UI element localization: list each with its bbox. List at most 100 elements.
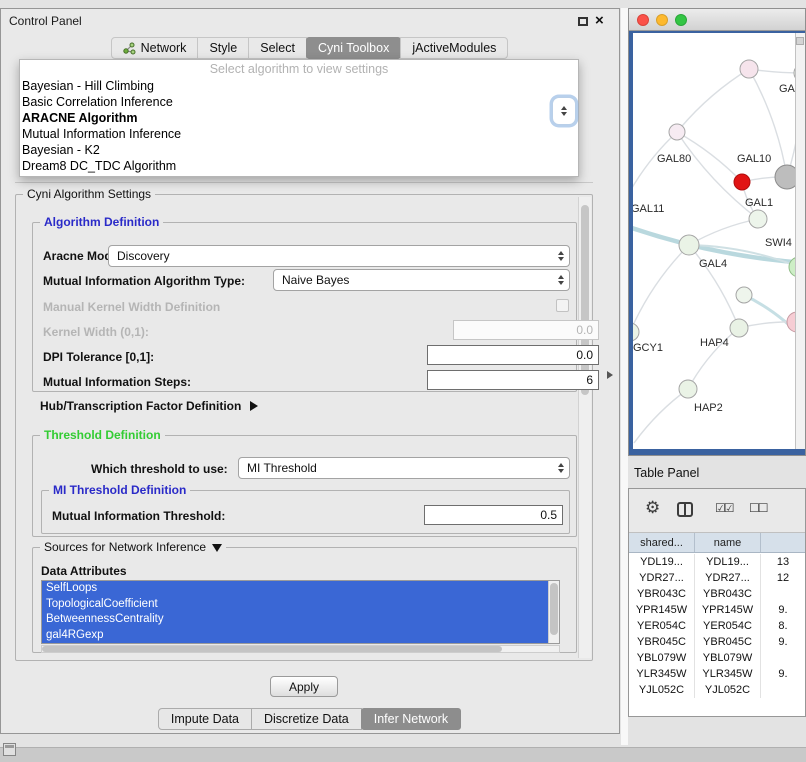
list-item[interactable]: TopologicalCoefficient — [42, 597, 548, 613]
table-row[interactable]: YBR043C YBR043C — [629, 586, 805, 602]
network-edge[interactable] — [677, 69, 749, 132]
table-row[interactable]: YBL079W YBL079W — [629, 650, 805, 666]
table-cell[interactable]: YBR043C — [629, 586, 695, 602]
algorithm-option-selected[interactable]: ARACNE Algorithm — [20, 110, 578, 126]
table-cell[interactable]: YDL19... — [695, 554, 761, 570]
algorithm-option[interactable]: Dream8 DC_TDC Algorithm — [20, 158, 578, 174]
close-icon[interactable]: × — [595, 12, 604, 29]
algorithm-option[interactable]: Bayesian - Hill Climbing — [20, 78, 578, 94]
table-cell[interactable]: 9. — [761, 666, 805, 682]
table-cell[interactable]: YDR27... — [629, 570, 695, 586]
tab-cyni-toolbox[interactable]: Cyni Toolbox — [306, 37, 401, 59]
algorithm-option[interactable]: Bayesian - K2 — [20, 142, 578, 158]
tab-infer-network[interactable]: Infer Network — [361, 708, 461, 730]
network-scrollbar[interactable] — [795, 33, 805, 449]
restore-panel-icon[interactable] — [3, 743, 16, 756]
table-cell[interactable]: YBL079W — [629, 650, 695, 666]
network-canvas[interactable]: GAL7GAL80GAL10GAL11GAL1SWI4GAL4GCY1HAP4Y… — [629, 31, 805, 455]
select-all-icon[interactable]: ☑☑ — [715, 501, 733, 515]
table-cell[interactable]: YPR145W — [629, 602, 695, 618]
network-node[interactable] — [679, 380, 697, 398]
float-window-icon[interactable] — [578, 17, 588, 26]
list-item[interactable]: SelfLoops — [42, 581, 548, 597]
kernel-width-field[interactable]: 0.0 — [453, 320, 599, 340]
table-cell[interactable]: YBR043C — [695, 586, 761, 602]
list-item[interactable]: BetweennessCentrality — [42, 612, 548, 628]
table-cell[interactable]: YBL079W — [695, 650, 761, 666]
list-item[interactable]: gal4RGexp — [42, 628, 548, 644]
table-cell[interactable]: 13 — [761, 554, 805, 570]
settings-gear-icon[interactable]: ⚙ — [645, 498, 660, 518]
network-node[interactable] — [736, 287, 752, 303]
table-cell[interactable]: YER054C — [695, 618, 761, 634]
network-edge[interactable] — [634, 389, 688, 443]
table-cell[interactable]: YDL19... — [629, 554, 695, 570]
control-panel-titlebar[interactable]: Control Panel × — [1, 9, 619, 33]
table-cell[interactable]: 9. — [761, 634, 805, 650]
mi-algorithm-type-select[interactable]: Naive Bayes — [273, 269, 570, 291]
algorithm-option[interactable]: Basic Correlation Inference — [20, 94, 578, 110]
network-edge[interactable] — [689, 219, 758, 245]
table-cell[interactable]: YPR145W — [695, 602, 761, 618]
network-titlebar[interactable] — [629, 9, 805, 31]
splitter-collapse-arrow[interactable] — [607, 371, 613, 379]
table-cell[interactable] — [761, 682, 805, 698]
manual-kernel-width-checkbox[interactable] — [556, 299, 569, 312]
which-threshold-select[interactable]: MI Threshold — [238, 457, 570, 479]
column-header[interactable]: shared... — [629, 533, 695, 552]
network-scrollbar-button[interactable] — [796, 37, 804, 45]
table-cell[interactable]: YJL052C — [695, 682, 761, 698]
table-row[interactable]: YDR27... YDR27... 12 — [629, 570, 805, 586]
list-horizontal-thumb[interactable] — [42, 646, 502, 652]
network-node[interactable] — [679, 235, 699, 255]
table-row[interactable]: YDL19... YDL19... 13 — [629, 554, 805, 570]
table-cell[interactable]: YER054C — [629, 618, 695, 634]
data-attributes-list[interactable]: SelfLoops TopologicalCoefficient Between… — [41, 580, 560, 644]
minimize-traffic-light[interactable] — [656, 14, 668, 26]
settings-scrollbar-thumb[interactable] — [581, 205, 589, 395]
table-cell[interactable]: YBR045C — [695, 634, 761, 650]
table-cell[interactable] — [761, 650, 805, 666]
deselect-all-icon[interactable]: ☐☐ — [749, 501, 767, 515]
settings-scrollbar[interactable] — [578, 197, 591, 658]
table-row[interactable]: YJL052C YJL052C — [629, 682, 805, 698]
dpi-tolerance-field[interactable]: 0.0 — [427, 345, 599, 365]
table-cell[interactable]: YLR345W — [629, 666, 695, 682]
algorithm-option[interactable]: Mutual Information Inference — [20, 126, 578, 142]
zoom-traffic-light[interactable] — [675, 14, 687, 26]
list-scrollbar[interactable] — [548, 581, 559, 643]
mi-threshold-field[interactable]: 0.5 — [424, 505, 563, 525]
table-cell[interactable]: YLR345W — [695, 666, 761, 682]
list-scrollbar-thumb[interactable] — [550, 583, 558, 635]
table-row[interactable]: YPR145W YPR145W 9. — [629, 602, 805, 618]
network-node[interactable] — [734, 174, 750, 190]
sources-group-title[interactable]: Sources for Network Inference — [40, 540, 226, 555]
table-row[interactable]: YLR345W YLR345W 9. — [629, 666, 805, 682]
table-cell[interactable]: YDR27... — [695, 570, 761, 586]
network-node[interactable] — [730, 319, 748, 337]
algorithm-combo-stepper[interactable] — [552, 97, 576, 125]
columns-icon[interactable] — [677, 502, 693, 517]
column-header[interactable] — [761, 533, 805, 552]
aracne-mode-select[interactable]: Discovery — [108, 245, 570, 267]
network-edge[interactable] — [630, 245, 689, 332]
network-node[interactable] — [740, 60, 758, 78]
table-cell[interactable]: YJL052C — [629, 682, 695, 698]
network-node[interactable] — [749, 210, 767, 228]
tab-network[interactable]: Network — [111, 37, 199, 59]
tab-select[interactable]: Select — [248, 37, 307, 59]
table-row[interactable]: YER054C YER054C 8. — [629, 618, 805, 634]
tab-discretize-data[interactable]: Discretize Data — [251, 708, 362, 730]
apply-button[interactable]: Apply — [270, 676, 338, 697]
table-row[interactable]: YBR045C YBR045C 9. — [629, 634, 805, 650]
network-graph[interactable]: GAL7GAL80GAL10GAL11GAL1SWI4GAL4GCY1HAP4Y… — [629, 31, 805, 455]
close-traffic-light[interactable] — [637, 14, 649, 26]
mi-steps-field[interactable]: 6 — [427, 370, 599, 390]
table-cell[interactable]: YBR045C — [629, 634, 695, 650]
hub-definition-toggle[interactable]: Hub/Transcription Factor Definition — [40, 399, 258, 413]
network-node[interactable] — [669, 124, 685, 140]
table-cell[interactable]: 8. — [761, 618, 805, 634]
tab-impute-data[interactable]: Impute Data — [158, 708, 252, 730]
tab-style[interactable]: Style — [197, 37, 249, 59]
list-horizontal-scrollbar[interactable] — [41, 645, 560, 653]
